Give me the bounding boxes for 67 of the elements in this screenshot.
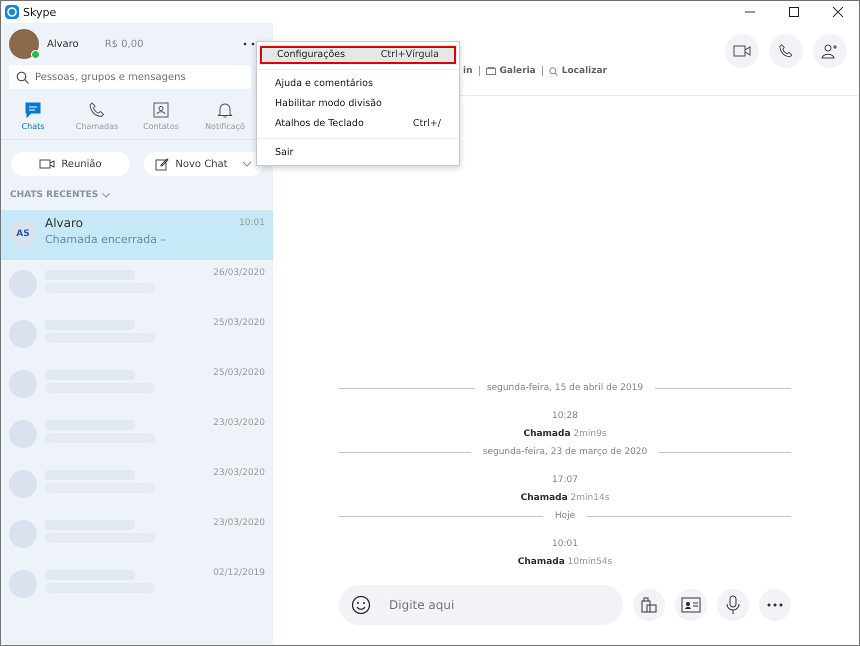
date-divider: segunda-feira, 23 de março de 2020 <box>482 447 648 457</box>
contact-card-button[interactable] <box>675 589 707 621</box>
contact-card-icon <box>152 101 170 119</box>
microphone-icon <box>726 595 740 615</box>
call-summary: Chamada 2min9s <box>523 429 607 439</box>
chat-time: 23/03/2020 <box>213 418 265 428</box>
caret-icon <box>242 161 252 167</box>
avatar-photo-placeholder[interactable] <box>9 29 39 59</box>
video-camera-icon <box>39 157 56 171</box>
audio-call-button[interactable] <box>769 34 803 68</box>
search-field[interactable]: Pessoas, grupos e mensagens <box>9 65 251 89</box>
video-call-button[interactable] <box>725 34 759 68</box>
message-time: 10:28 <box>552 411 578 421</box>
maximize-icon[interactable] <box>789 7 799 17</box>
header-link[interactable]: in <box>463 66 472 76</box>
credit-balance: R$ 0,00 <box>104 38 144 50</box>
microphone-button[interactable] <box>717 589 749 621</box>
call-summary: Chamada 10min54s <box>518 557 612 567</box>
more-options-icon <box>767 603 783 607</box>
contact-card-icon <box>681 597 701 613</box>
chat-time: 23/03/2020 <box>213 468 265 478</box>
more-options-icon[interactable] <box>243 42 255 46</box>
more-button[interactable] <box>759 589 791 621</box>
menu-item[interactable]: Ajuda e comentários <box>257 74 459 94</box>
gallery-icon <box>640 596 658 614</box>
search-icon <box>16 71 29 84</box>
search-icon <box>548 66 558 76</box>
header-link[interactable]: Galeria <box>500 66 536 76</box>
message-time: 17:07 <box>552 475 578 485</box>
menu-item[interactable]: Habilitar modo divisão <box>257 94 459 114</box>
chat-time: 25/03/2020 <box>213 368 265 378</box>
message-preview: Chamada encerrada – <box>45 233 167 246</box>
date-divider: Hoje <box>554 511 576 521</box>
close-icon[interactable] <box>833 7 843 17</box>
caret-icon[interactable] <box>102 192 110 198</box>
window-title: Skype <box>23 6 56 18</box>
media-gallery-button[interactable] <box>633 589 665 621</box>
meeting-button[interactable]: Reunião <box>11 152 130 176</box>
pencil-edit-icon <box>155 157 170 171</box>
chat-time: 26/03/2020 <box>213 268 265 278</box>
new-chat-button[interactable]: Novo Chat <box>144 152 263 176</box>
phone-icon <box>88 101 106 119</box>
gallery-icon <box>486 67 496 75</box>
nav-tab[interactable]: Chats <box>1 101 65 131</box>
chat-time: 25/03/2020 <box>213 318 265 328</box>
skype-logo-icon <box>5 5 19 19</box>
date-divider: segunda-feira, 15 de abril de 2019 <box>486 383 644 393</box>
bell-icon <box>216 101 234 119</box>
call-summary: Chamada 2min14s <box>520 493 610 503</box>
menu-item[interactable]: Atalhos de Teclado Ctrl+/ <box>257 114 459 134</box>
message-time: 10:01 <box>552 539 578 549</box>
emoji-icon[interactable] <box>351 595 371 615</box>
profile-name[interactable]: Alvaro <box>47 38 79 50</box>
chat-list-item[interactable]: AS Alvaro Chamada encerrada – 10:01 <box>1 210 273 260</box>
chat-time: 10:01 <box>239 218 265 228</box>
menu-item[interactable]: Configurações Ctrl+Vírgula <box>259 45 457 65</box>
chat-time: 02/12/2019 <box>213 568 265 578</box>
contact-avatar: AS <box>9 220 37 248</box>
chat-time: 23/03/2020 <box>213 518 265 528</box>
video-camera-icon <box>733 44 751 58</box>
add-person-icon <box>821 43 839 59</box>
message-input-field[interactable]: Digite aqui <box>339 585 623 625</box>
phone-icon <box>778 43 794 59</box>
contact-name: Alvaro <box>45 216 84 230</box>
chat-bubble-icon <box>24 101 42 119</box>
header-link[interactable]: Localizar <box>562 66 607 76</box>
add-person-button[interactable] <box>813 34 847 68</box>
